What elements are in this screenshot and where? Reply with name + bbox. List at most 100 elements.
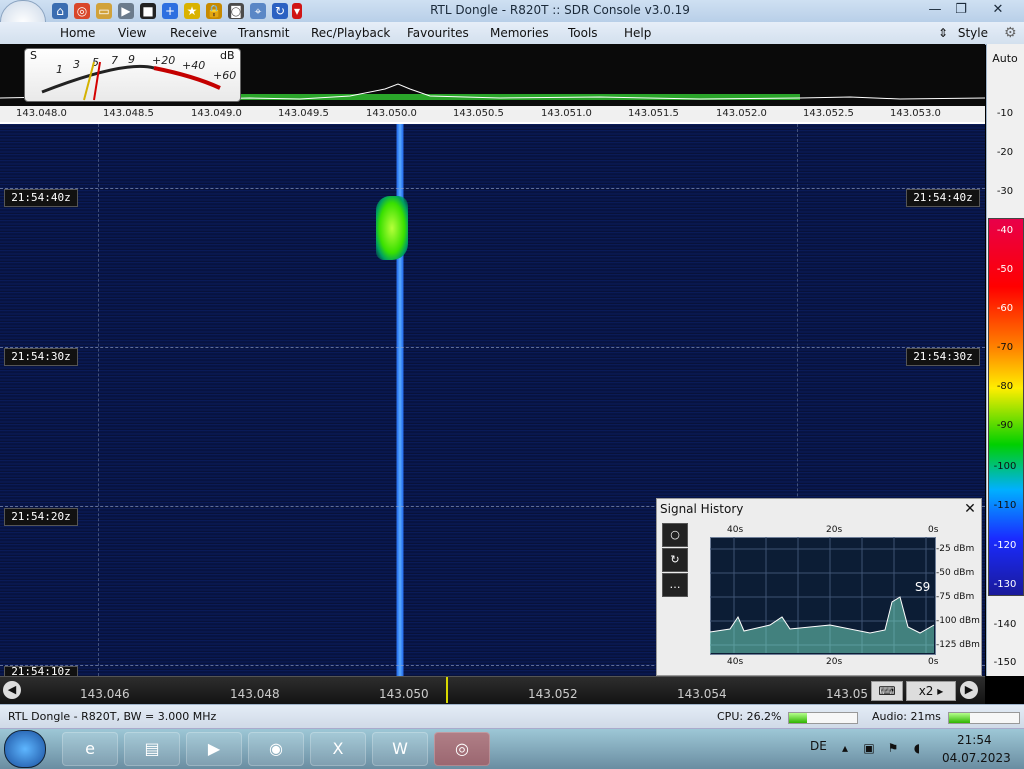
close-button[interactable]: ✕ bbox=[984, 1, 1012, 19]
word-icon[interactable]: W bbox=[372, 732, 428, 766]
freq-label: 143.048.0 bbox=[16, 108, 67, 119]
scroll-right-icon[interactable]: ▶ bbox=[960, 681, 978, 699]
time-tick: 40s bbox=[727, 525, 744, 535]
clock-date[interactable]: 04.07.2023 bbox=[942, 751, 1011, 765]
reset-button[interactable]: ↻ bbox=[662, 548, 688, 572]
db-label: -20 bbox=[996, 147, 1014, 158]
gear-icon[interactable]: ⚙ bbox=[1004, 25, 1017, 41]
timestamp-left: 21:54:30z bbox=[4, 348, 78, 366]
freq-label: 143.050.5 bbox=[453, 108, 504, 119]
volume-icon[interactable]: ◖ bbox=[910, 741, 924, 755]
scroll-left-icon[interactable]: ◀ bbox=[3, 681, 21, 699]
dbm-tick: -25 dBm bbox=[936, 544, 975, 554]
menu-receive[interactable]: Receive bbox=[170, 26, 217, 40]
auto-button[interactable]: Auto bbox=[986, 52, 1024, 65]
menu-transmit[interactable]: Transmit bbox=[238, 26, 289, 40]
status-audio: Audio: 21ms bbox=[872, 710, 941, 723]
waterfall-grid-line bbox=[98, 124, 99, 676]
tuning-label: 143.050 bbox=[379, 687, 429, 701]
signal-history-graph bbox=[710, 537, 935, 653]
freq-label: 143.049.5 bbox=[278, 108, 329, 119]
db-label: -40 bbox=[996, 225, 1014, 236]
show-hidden-icons[interactable]: ▴ bbox=[838, 741, 852, 755]
audio-meter bbox=[948, 712, 1020, 724]
db-label: -10 bbox=[996, 108, 1014, 119]
folder-icon[interactable]: ▭ bbox=[96, 3, 112, 19]
db-label: -100 bbox=[993, 461, 1017, 472]
menu-rec-playback[interactable]: Rec/Playback bbox=[311, 26, 390, 40]
tuning-marker bbox=[446, 677, 448, 703]
ie-icon[interactable]: e bbox=[62, 732, 118, 766]
menu-help[interactable]: Help bbox=[624, 26, 651, 40]
time-tick: 0s bbox=[928, 657, 939, 667]
start-button[interactable] bbox=[4, 730, 46, 768]
menu-favourites[interactable]: Favourites bbox=[407, 26, 469, 40]
flag-icon[interactable]: ▾ bbox=[292, 3, 302, 19]
cpu-meter bbox=[788, 712, 858, 724]
freq-label: 143.051.0 bbox=[541, 108, 592, 119]
menu-home[interactable]: Home bbox=[60, 26, 95, 40]
dbm-tick: -100 dBm bbox=[936, 616, 980, 626]
freq-label: 143.052.0 bbox=[716, 108, 767, 119]
excel-icon[interactable]: X bbox=[310, 732, 366, 766]
timestamp-left: 21:54:20z bbox=[4, 508, 78, 526]
db-label: -80 bbox=[996, 381, 1014, 392]
clock-time[interactable]: 21:54 bbox=[957, 733, 992, 747]
cpu-meter-fill bbox=[789, 713, 807, 723]
record-button[interactable]: ○ bbox=[662, 523, 688, 547]
media-player-icon[interactable]: ▶ bbox=[186, 732, 242, 766]
signal-history-title: Signal History bbox=[660, 502, 744, 516]
refresh-icon[interactable]: ↻ bbox=[272, 3, 288, 19]
language-indicator[interactable]: DE bbox=[810, 739, 827, 753]
sdr-console-icon[interactable]: ◎ bbox=[434, 732, 490, 766]
tuning-label: 143.048 bbox=[230, 687, 280, 701]
s-level-label: S9 bbox=[915, 580, 931, 594]
time-tick: 0s bbox=[928, 525, 939, 535]
pin-icon[interactable]: ⌖ bbox=[250, 3, 266, 19]
plus-icon[interactable]: + bbox=[162, 3, 178, 19]
db-label: -70 bbox=[996, 342, 1014, 353]
status-cpu: CPU: 26.2% bbox=[717, 710, 782, 723]
status-device: RTL Dongle - R820T, BW = 3.000 MHz bbox=[8, 710, 217, 723]
timestamp-right: 21:54:40z bbox=[906, 189, 980, 207]
chrome-icon[interactable]: ◉ bbox=[248, 732, 304, 766]
waterfall-grid-line bbox=[0, 347, 985, 348]
timestamp-right: 21:54:30z bbox=[906, 348, 980, 366]
keyboard-icon[interactable]: ⌨ bbox=[871, 681, 903, 701]
explorer-icon[interactable]: ▤ bbox=[124, 732, 180, 766]
waterfall-grid-line bbox=[0, 188, 985, 189]
more-button[interactable]: … bbox=[662, 573, 688, 597]
db-label: -140 bbox=[993, 619, 1017, 630]
close-icon[interactable]: ✕ bbox=[962, 501, 978, 517]
stop-icon[interactable]: ■ bbox=[140, 3, 156, 19]
updown-icon: ⇕ bbox=[938, 26, 949, 40]
db-label: -130 bbox=[993, 579, 1017, 590]
db-label: -60 bbox=[996, 303, 1014, 314]
zoom-label: x2 bbox=[918, 684, 934, 698]
flag-icon[interactable]: ⚑ bbox=[886, 741, 900, 755]
dbm-tick: -75 dBm bbox=[936, 592, 975, 602]
window-title: RTL Dongle - R820T :: SDR Console v3.0.1… bbox=[430, 3, 690, 17]
lock-icon[interactable]: 🔒 bbox=[206, 3, 222, 19]
tuning-label: 143.056 bbox=[826, 687, 868, 701]
network-icon[interactable]: ▣ bbox=[862, 741, 876, 755]
audio-meter-fill bbox=[949, 713, 970, 723]
camera-icon[interactable]: ◙ bbox=[228, 3, 244, 19]
style-menu[interactable]: Style bbox=[958, 26, 988, 40]
db-label: -120 bbox=[993, 540, 1017, 551]
signal-trace bbox=[376, 196, 408, 260]
menu-tools[interactable]: Tools bbox=[568, 26, 598, 40]
db-label: -110 bbox=[993, 500, 1017, 511]
maximize-button[interactable]: ❐ bbox=[948, 1, 974, 19]
minimize-button[interactable]: — bbox=[922, 1, 948, 19]
db-label: -150 bbox=[993, 657, 1017, 668]
star-icon[interactable]: ★ bbox=[184, 3, 200, 19]
menu-view[interactable]: View bbox=[118, 26, 146, 40]
play-icon[interactable]: ▶ bbox=[118, 3, 134, 19]
time-tick: 20s bbox=[826, 525, 843, 535]
menu-memories[interactable]: Memories bbox=[490, 26, 549, 40]
home-icon[interactable]: ⌂ bbox=[52, 3, 68, 19]
zoom-button[interactable]: x2 ▸ bbox=[906, 681, 956, 701]
db-label: -90 bbox=[996, 420, 1014, 431]
lifebuoy-icon[interactable]: ◎ bbox=[74, 3, 90, 19]
